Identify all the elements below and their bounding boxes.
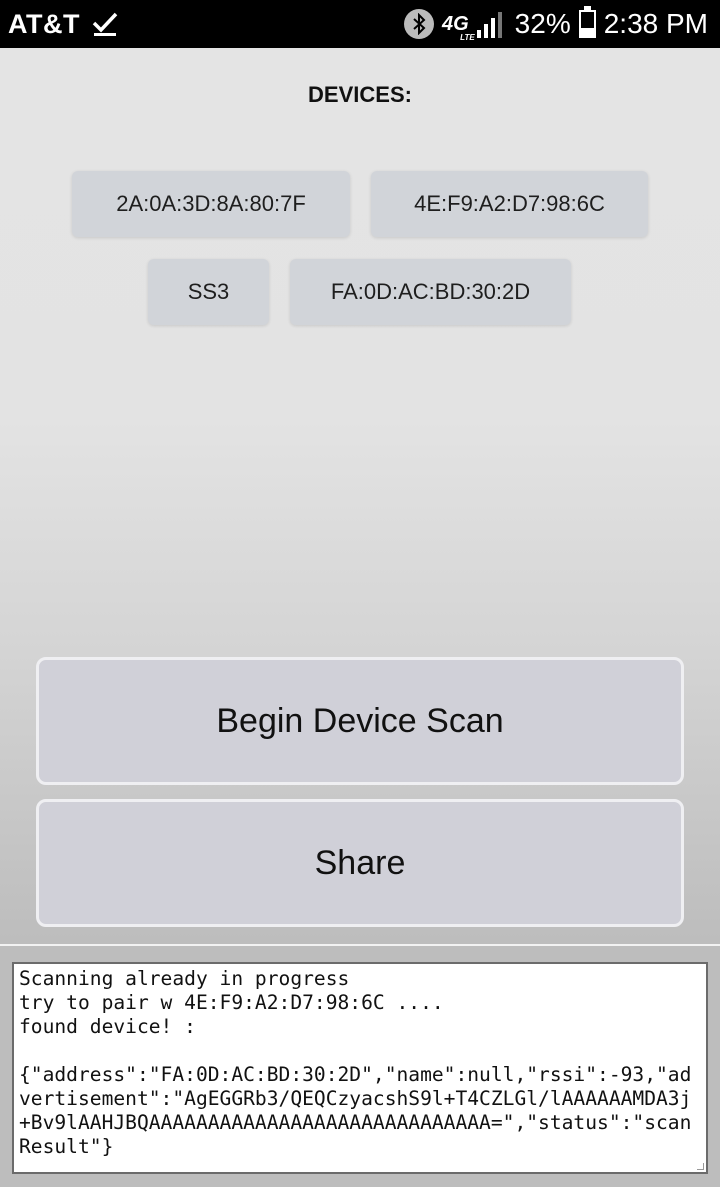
log-text: Scanning already in progress try to pair… [19,967,692,1158]
device-button[interactable]: SS3 [148,259,269,325]
check-icon [92,11,118,37]
share-button[interactable]: Share [36,799,684,927]
begin-scan-button[interactable]: Begin Device Scan [36,657,684,785]
carrier-name: AT&T [8,8,80,39]
signal-icon [476,10,507,38]
devices-heading: DEVICES: [308,82,412,107]
resize-handle[interactable] [697,1163,704,1170]
battery-icon [578,6,596,38]
status-bar: AT&T 4G LTE 32% 2:38 PM [0,0,720,48]
network-sub-label: LTE [460,33,475,42]
device-button[interactable]: 2A:0A:3D:8A:80:7F [72,171,350,237]
log-output[interactable]: Scanning already in progress try to pair… [12,962,708,1174]
bluetooth-icon [403,9,434,39]
device-button[interactable]: 4E:F9:A2:D7:98:6C [371,171,648,237]
battery-fill [580,28,594,36]
divider [0,944,720,946]
network-type-icon: 4G LTE [441,13,475,42]
battery-percent: 32% [514,8,571,39]
device-button[interactable]: FA:0D:AC:BD:30:2D [290,259,571,325]
network-type-label: 4G [441,13,469,35]
clock-time: 2:38 PM [603,8,708,39]
